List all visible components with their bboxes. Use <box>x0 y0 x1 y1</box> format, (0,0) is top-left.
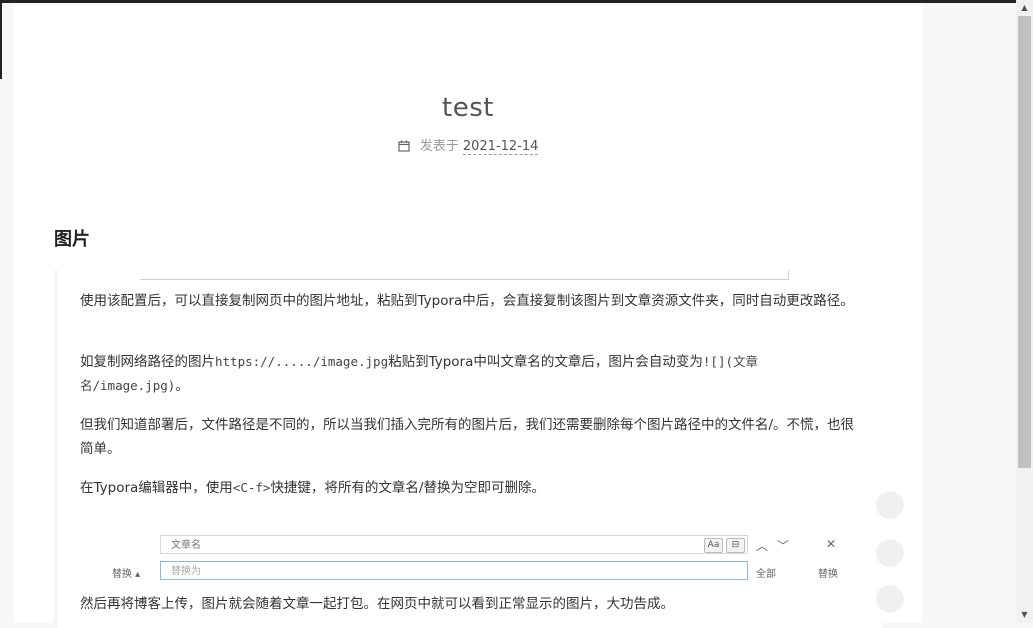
post-card: test 发表于 2021-12-14 图片 使用该配置后，可以直接复制网页中的… <box>14 5 922 628</box>
replace-input[interactable]: 替换为 <box>160 561 748 580</box>
screenshot-content: 使用该配置后，可以直接复制网页中的图片地址，粘贴到Typora中后，会直接复制该… <box>58 270 882 628</box>
match-case-button[interactable]: Aa <box>704 538 723 553</box>
paragraph-1: 使用该配置后，可以直接复制网页中的图片地址，粘贴到Typora中后，会直接复制该… <box>80 293 854 309</box>
replace-button[interactable]: 替换 <box>818 565 838 580</box>
screenshot-top-border <box>140 270 789 280</box>
page-scrollbar[interactable]: ▲ ▼ <box>1016 0 1033 623</box>
para2-code-url: https://...../image.jpg <box>215 354 389 369</box>
replace-toggle[interactable]: 替换 ▴ <box>112 565 140 580</box>
scroll-up-arrow-icon[interactable]: ▲ <box>1016 3 1033 12</box>
section-heading: 图片 <box>54 229 90 250</box>
embedded-screenshot: 使用该配置后，可以直接复制网页中的图片地址，粘贴到Typora中后，会直接复制该… <box>54 270 882 628</box>
para4-shortcut: <C-f> <box>232 480 271 495</box>
para2-mid: 粘贴到Typora中叫文章名的文章后，图片会自动变为 <box>388 354 703 370</box>
scroll-down-arrow-icon[interactable]: ▼ <box>1016 610 1033 619</box>
para2-prefix: 如复制网络路径的图片 <box>80 354 215 370</box>
para4-prefix: 在Typora编辑器中，使用 <box>80 480 233 496</box>
scrollbar-thumb[interactable] <box>1018 16 1031 468</box>
para2-suffix: 。 <box>175 378 189 394</box>
paragraph-3: 但我们知道部署后，文件路径是不同的，所以当我们插入完所有的图片后，我们还需要删除… <box>80 417 855 457</box>
whole-word-button[interactable]: ⊟ <box>726 538 745 553</box>
page-top-bar <box>0 0 1016 3</box>
post-date[interactable]: 2021-12-14 <box>462 139 539 155</box>
meta-label: 发表于 <box>419 139 459 154</box>
find-input[interactable]: 文章名 <box>160 535 748 554</box>
chevron-down-icon[interactable]: ﹀ <box>777 537 789 554</box>
chevron-up-icon[interactable]: ︿ <box>756 537 768 554</box>
left-edge-line <box>0 0 2 79</box>
close-icon[interactable]: ✕ <box>826 537 836 551</box>
post-meta: 发表于 2021-12-14 <box>14 135 922 156</box>
replace-all-button[interactable]: 全部 <box>756 565 776 580</box>
paragraph-4: 在Typora编辑器中，使用<C-f>快捷键，将所有的文章名/替换为空即可删除。 <box>80 476 860 500</box>
find-replace-bar: 文章名 Aa ⊟ ︿ ﹀ ✕ 替换 ▴ 替换为 全部 替换 <box>58 523 882 583</box>
post-title[interactable]: test <box>14 93 922 123</box>
calendar-icon <box>397 140 410 156</box>
paragraph-2: 如复制网络路径的图片https://...../image.jpg粘贴到Typo… <box>80 350 860 398</box>
paragraph-5: 然后再将博客上传，图片就会随着文章一起打包。在网页中就可以看到正常显示的图片，大… <box>80 596 674 612</box>
para4-suffix: 快捷键，将所有的文章名/替换为空即可删除。 <box>270 480 545 496</box>
